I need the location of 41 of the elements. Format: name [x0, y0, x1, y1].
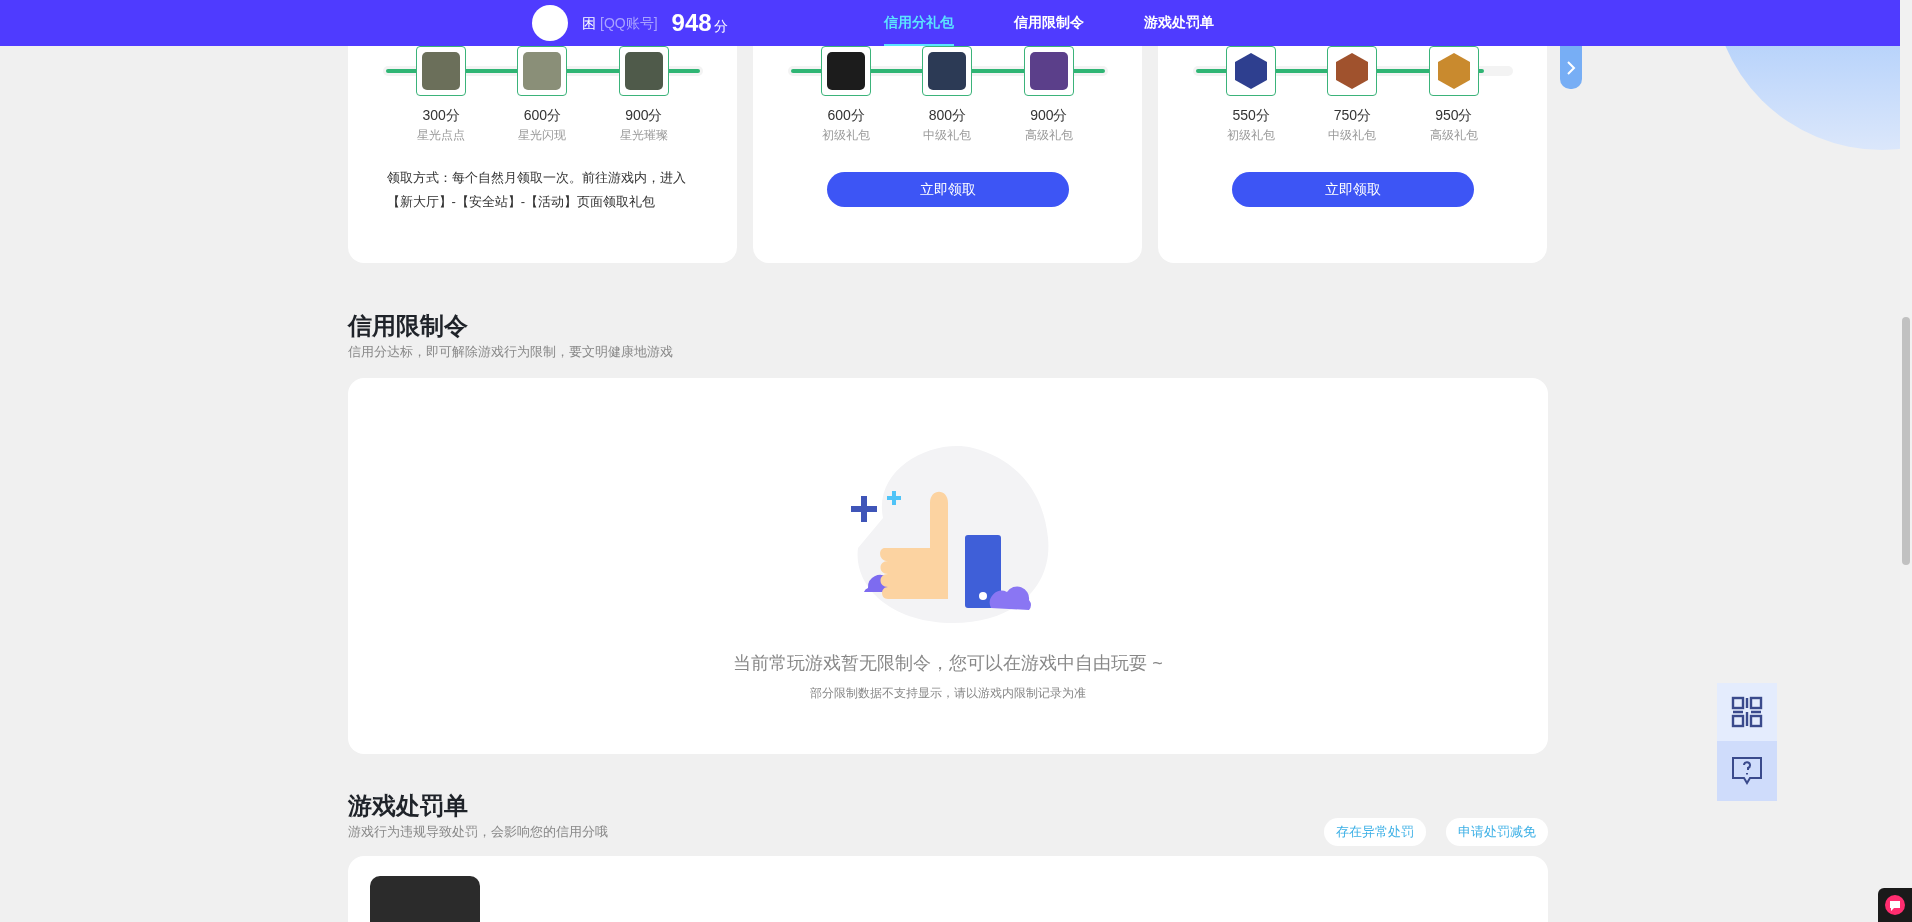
empty-message: 当前常玩游戏暂无限制令，您可以在游戏中自由玩耍 ~: [733, 652, 1163, 675]
chat-bubble-icon: [1884, 894, 1906, 916]
nav-tab[interactable]: 信用限制令: [1013, 0, 1084, 46]
reward-name: 高级礼包: [1024, 127, 1073, 144]
reward-score: 900分: [1030, 106, 1068, 125]
help-button[interactable]: [1717, 741, 1777, 801]
reward-name: 高级礼包: [1429, 127, 1478, 144]
reward-score: 600分: [827, 106, 865, 125]
claim-button[interactable]: 立即领取: [1231, 172, 1474, 207]
user-name: 困: [582, 13, 596, 33]
reward-score: 550分: [1232, 106, 1270, 125]
reward-name: 初级礼包: [822, 127, 871, 144]
reward-score: 300分: [422, 106, 460, 125]
chevron-right-icon: [1566, 60, 1576, 75]
reward-name: 中级礼包: [923, 127, 972, 144]
chat-bubble-button[interactable]: [1878, 888, 1912, 922]
qr-code-button[interactable]: [1717, 683, 1777, 741]
section-title: 信用限制令: [348, 311, 469, 341]
reward-name: 星光璀璨: [619, 127, 668, 144]
reward-score: 800分: [928, 106, 967, 125]
avatar: [532, 5, 568, 41]
section-subtitle: 信用分达标，即可解除游戏行为限制，要文明健康地游戏: [348, 343, 674, 361]
reward-name: 星光点点: [417, 127, 466, 144]
reward-name: 星光闪现: [518, 127, 567, 144]
nav-tab[interactable]: 游戏处罚单: [1143, 0, 1214, 46]
claim-instructions: 领取方式：每个自然月领取一次。前往游戏内，进入【新大厅】-【安全站】-【活动】页面领取礼包: [386, 169, 687, 211]
nav-tab[interactable]: 信用分礼包: [883, 0, 954, 46]
score-unit: 分: [713, 16, 728, 36]
account-tag: [QQ账号]: [600, 12, 658, 34]
reward-name: 中级礼包: [1328, 127, 1377, 144]
reward-score: 600分: [523, 106, 562, 125]
reward-score: 950分: [1435, 106, 1473, 125]
section-subtitle: 游戏行为违规导致处罚，会影响您的信用分哦: [348, 823, 608, 841]
reward-name: 初级礼包: [1227, 127, 1276, 144]
qr-code-icon: [1731, 696, 1763, 728]
reward-score: 750分: [1333, 106, 1372, 125]
credit-score: 948: [671, 8, 712, 38]
reward-score: 900分: [625, 106, 663, 125]
empty-note: 部分限制数据不支持显示，请以游戏内限制记录为准: [810, 685, 1086, 702]
claim-button[interactable]: 立即领取: [826, 172, 1069, 207]
section-title: 游戏处罚单: [348, 791, 469, 821]
